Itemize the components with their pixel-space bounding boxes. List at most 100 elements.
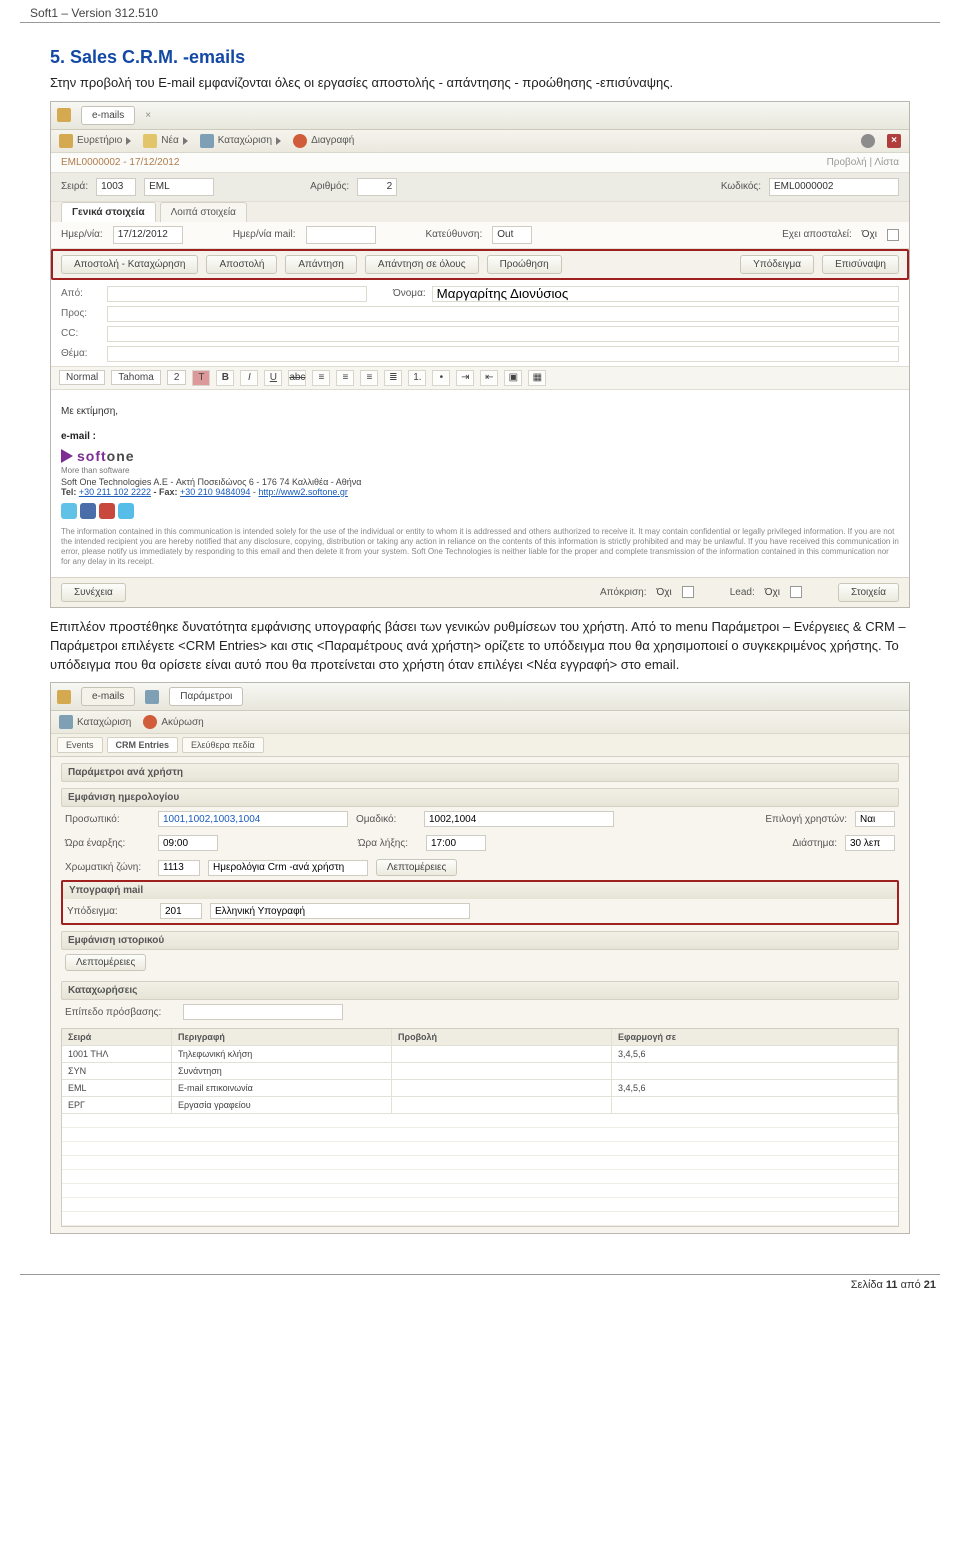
align-center-icon[interactable]: ≡ [336,370,354,386]
align-right-icon[interactable]: ≡ [360,370,378,386]
outdent-icon[interactable]: ⇤ [480,370,498,386]
twitter-icon[interactable] [61,503,77,519]
editor-style-select[interactable]: Normal [59,370,105,385]
subject-field[interactable] [107,346,899,362]
list-ol-icon[interactable]: 1. [408,370,426,386]
btn-send[interactable]: Αποστολή [206,255,277,274]
signature-section-highlight: Υπογραφή mail Υπόδειγμα: [61,880,899,925]
toolbar-kataxorisi[interactable]: Καταχώριση [200,134,281,148]
toolbar-nea[interactable]: Νέα [143,134,187,148]
name-field[interactable] [432,286,899,302]
sig-url: http://www2.softone.gr [258,487,348,497]
tab-emails-2[interactable]: e-mails [81,687,135,706]
align-justify-icon[interactable]: ≣ [384,370,402,386]
save-icon [200,134,214,148]
toolbar-save[interactable]: Καταχώριση [59,715,131,729]
sig-name-field[interactable] [210,903,470,919]
from-field[interactable] [107,286,367,302]
arithmos-field[interactable] [357,178,397,196]
zone-name-field[interactable] [208,860,368,876]
indent-icon[interactable]: ⇥ [456,370,474,386]
btn-reply-all[interactable]: Απάντηση σε όλους [365,255,479,274]
btn-stoixeia[interactable]: Στοιχεία [838,583,899,602]
footer-prefix: Σελίδα [851,1279,886,1291]
table-row[interactable]: EML E-mail επικοινωνία 3,4,5,6 [62,1080,898,1097]
table-empty-row [62,1114,898,1128]
tab-close-icon[interactable]: × [145,110,151,121]
maildate-field[interactable] [306,226,376,244]
toolbar-diagrafi-label: Διαγραφή [311,135,354,146]
table-row[interactable]: ΣΥΝ Συνάντηση [62,1063,898,1080]
table-icon[interactable]: ▦ [528,370,546,386]
diast-field[interactable] [845,835,895,851]
strike-icon[interactable]: abc [288,370,306,386]
btn-details-hist[interactable]: Λεπτομέρειες [65,954,146,971]
gear-icon[interactable] [861,134,875,148]
date-field[interactable] [113,226,183,244]
cc-field[interactable] [107,326,899,342]
view-switch[interactable]: Προβολή | Λίστα [827,157,899,168]
seira-name-field[interactable] [144,178,214,196]
toolbar-cancel[interactable]: Ακύρωση [143,715,203,729]
response-checkbox[interactable] [682,586,694,598]
ora-lx-field[interactable] [426,835,486,851]
editor-size-select[interactable]: 2 [167,370,187,385]
sig-code-field[interactable] [160,903,202,919]
skype-icon[interactable] [118,503,134,519]
table-row[interactable]: 1001 ΤΗΛ Τηλεφωνική κλήση 3,4,5,6 [62,1046,898,1063]
btn-attach[interactable]: Επισύναψη [822,255,899,274]
kodikos-field[interactable] [769,178,899,196]
lead-checkbox[interactable] [790,586,802,598]
tab-params[interactable]: Παράμετροι [169,687,243,706]
window-tabs: e-mails × [51,102,909,130]
italic-icon[interactable]: I [240,370,258,386]
sig-email-label: e-mail : [61,431,899,442]
btn-reply[interactable]: Απάντηση [285,255,356,274]
name-label: Όνομα: [393,288,426,299]
table-empty-row [62,1156,898,1170]
access-field[interactable] [183,1004,343,1020]
ora-en-field[interactable] [158,835,218,851]
index-icon [59,134,73,148]
underline-icon[interactable]: U [264,370,282,386]
btn-send-save[interactable]: Αποστολή - Καταχώρηση [61,255,198,274]
toolbar-diagrafi[interactable]: Διαγραφή [293,134,354,148]
align-left-icon[interactable]: ≡ [312,370,330,386]
zone-code-field[interactable] [158,860,200,876]
toolbar-evretirio[interactable]: Ευρετήριο [59,134,131,148]
epil-field[interactable] [855,811,895,827]
screenshot-emails: e-mails × Ευρετήριο Νέα Καταχώριση Διαγ [50,101,910,608]
section-calendar: Εμφάνιση ημερολογίου [61,788,899,807]
btn-continue[interactable]: Συνέχεια [61,583,126,602]
youtube-icon[interactable] [99,503,115,519]
facebook-icon[interactable] [80,503,96,519]
tab-emails[interactable]: e-mails [81,106,135,125]
seira-code-field[interactable] [96,178,136,196]
editor-body[interactable]: Με εκτίμηση, e-mail : softone More than … [51,390,909,577]
btn-details-cal[interactable]: Λεπτομέρειες [376,859,457,876]
th-seira: Σειρά [62,1029,172,1045]
omad-field[interactable] [424,811,614,827]
subtab-other[interactable]: Λοιπά στοιχεία [160,202,247,222]
sent-value: Όχι [862,229,877,240]
date-row: Ημερ/νία: Ημερ/νία mail: Κατεύθυνση: Εχε… [51,222,909,249]
tab-free-fields[interactable]: Ελεύθερα πεδία [182,737,264,753]
sent-checkbox[interactable] [887,229,899,241]
list-ul-icon[interactable]: • [432,370,450,386]
color-icon[interactable]: T [192,370,210,386]
tab-crm-entries[interactable]: CRM Entries [107,737,179,753]
image-icon[interactable]: ▣ [504,370,522,386]
btn-template[interactable]: Υπόδειγμα [740,255,814,274]
btn-forward[interactable]: Προώθηση [487,255,562,274]
close-icon[interactable]: × [887,134,901,148]
tab-events[interactable]: Events [57,737,103,753]
sig-brand: softone [77,448,135,464]
table-row[interactable]: ΕΡΓ Εργασία γραφείου [62,1097,898,1114]
pros-field[interactable] [158,811,348,827]
editor-font-select[interactable]: Tahoma [111,370,161,385]
sig-tel-prefix: Tel: [61,487,79,497]
subtab-general[interactable]: Γενικά στοιχεία [61,202,156,222]
to-field[interactable] [107,306,899,322]
bold-icon[interactable]: B [216,370,234,386]
direction-field[interactable] [492,226,532,244]
